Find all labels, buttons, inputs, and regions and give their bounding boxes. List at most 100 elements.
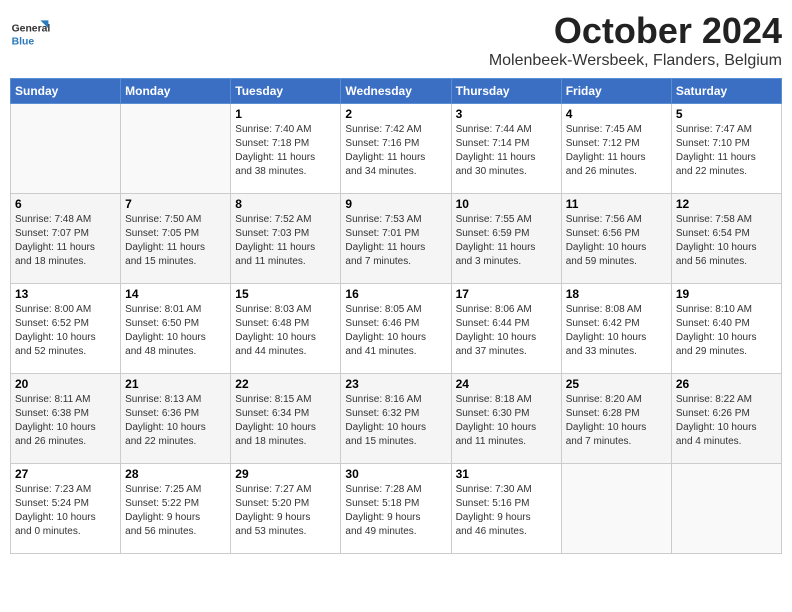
day-number: 31 [456, 467, 557, 481]
calendar-day-cell [121, 104, 231, 194]
day-number: 6 [15, 197, 116, 211]
day-number: 17 [456, 287, 557, 301]
calendar-week-row: 1 Sunrise: 7:40 AM Sunset: 7:18 PM Daylig… [11, 104, 782, 194]
day-info: Sunrise: 7:52 AM Sunset: 7:03 PM Dayligh… [235, 213, 336, 269]
header-day-monday: Monday [121, 79, 231, 104]
calendar-day-cell: 1 Sunrise: 7:40 AM Sunset: 7:18 PM Daylig… [231, 104, 341, 194]
calendar-day-cell: 18Sunrise: 8:08 AM Sunset: 6:42 PM Dayli… [561, 284, 671, 374]
day-number: 14 [125, 287, 226, 301]
calendar-day-cell: 6 Sunrise: 7:48 AM Sunset: 7:07 PM Daylig… [11, 194, 121, 284]
day-info: Sunrise: 7:55 AM Sunset: 6:59 PM Dayligh… [456, 213, 557, 269]
title-block: October 2024 Molenbeek-Wersbeek, Flander… [489, 10, 782, 70]
day-info: Sunrise: 8:10 AM Sunset: 6:40 PM Dayligh… [676, 303, 777, 359]
calendar-day-cell: 14 Sunrise: 8:01 AM Sunset: 6:50 PM Dayli… [121, 284, 231, 374]
day-number: 9 [345, 197, 446, 211]
header-day-thursday: Thursday [451, 79, 561, 104]
calendar-table: SundayMondayTuesdayWednesdayThursdayFrid… [10, 78, 782, 554]
day-number: 19 [676, 287, 777, 301]
calendar-day-cell: 15Sunrise: 8:03 AM Sunset: 6:48 PM Dayli… [231, 284, 341, 374]
day-number: 18 [566, 287, 667, 301]
day-info: Sunrise: 7:48 AM Sunset: 7:07 PM Dayligh… [15, 213, 116, 269]
calendar-day-cell: 16Sunrise: 8:05 AM Sunset: 6:46 PM Dayli… [341, 284, 451, 374]
day-number: 25 [566, 377, 667, 391]
header-day-saturday: Saturday [671, 79, 781, 104]
day-info: Sunrise: 8:05 AM Sunset: 6:46 PM Dayligh… [345, 303, 446, 359]
header-day-tuesday: Tuesday [231, 79, 341, 104]
day-info: Sunrise: 7:40 AM Sunset: 7:18 PM Dayligh… [235, 123, 336, 179]
calendar-day-cell: 31 Sunrise: 7:30 AM Sunset: 5:16 PM Dayli… [451, 464, 561, 554]
day-info: Sunrise: 7:53 AM Sunset: 7:01 PM Dayligh… [345, 213, 446, 269]
calendar-day-cell: 10 Sunrise: 7:55 AM Sunset: 6:59 PM Dayli… [451, 194, 561, 284]
day-info: Sunrise: 8:16 AM Sunset: 6:32 PM Dayligh… [345, 393, 446, 449]
calendar-day-cell: 4Sunrise: 7:45 AM Sunset: 7:12 PM Daylig… [561, 104, 671, 194]
calendar-day-cell: 17 Sunrise: 8:06 AM Sunset: 6:44 PM Dayli… [451, 284, 561, 374]
day-info: Sunrise: 7:25 AM Sunset: 5:22 PM Dayligh… [125, 483, 226, 539]
day-info: Sunrise: 8:22 AM Sunset: 6:26 PM Dayligh… [676, 393, 777, 449]
calendar-day-cell: 13 Sunrise: 8:00 AM Sunset: 6:52 PM Dayli… [11, 284, 121, 374]
day-number: 23 [345, 377, 446, 391]
calendar-day-cell: 24 Sunrise: 8:18 AM Sunset: 6:30 PM Dayli… [451, 374, 561, 464]
day-info: Sunrise: 8:00 AM Sunset: 6:52 PM Dayligh… [15, 303, 116, 359]
day-info: Sunrise: 8:15 AM Sunset: 6:34 PM Dayligh… [235, 393, 336, 449]
day-info: Sunrise: 7:23 AM Sunset: 5:24 PM Dayligh… [15, 483, 116, 539]
calendar-week-row: 27Sunrise: 7:23 AM Sunset: 5:24 PM Dayli… [11, 464, 782, 554]
header-day-sunday: Sunday [11, 79, 121, 104]
day-info: Sunrise: 7:50 AM Sunset: 7:05 PM Dayligh… [125, 213, 226, 269]
calendar-day-cell [671, 464, 781, 554]
calendar-day-cell: 22Sunrise: 8:15 AM Sunset: 6:34 PM Dayli… [231, 374, 341, 464]
day-number: 30 [345, 467, 446, 481]
day-info: Sunrise: 7:28 AM Sunset: 5:18 PM Dayligh… [345, 483, 446, 539]
calendar-day-cell: 12 Sunrise: 7:58 AM Sunset: 6:54 PM Dayli… [671, 194, 781, 284]
calendar-day-cell: 23 Sunrise: 8:16 AM Sunset: 6:32 PM Dayli… [341, 374, 451, 464]
day-info: Sunrise: 7:30 AM Sunset: 5:16 PM Dayligh… [456, 483, 557, 539]
header-day-wednesday: Wednesday [341, 79, 451, 104]
calendar-week-row: 20 Sunrise: 8:11 AM Sunset: 6:38 PM Dayli… [11, 374, 782, 464]
day-info: Sunrise: 7:58 AM Sunset: 6:54 PM Dayligh… [676, 213, 777, 269]
calendar-day-cell: 2Sunrise: 7:42 AM Sunset: 7:16 PM Daylig… [341, 104, 451, 194]
day-number: 21 [125, 377, 226, 391]
calendar-day-cell: 26 Sunrise: 8:22 AM Sunset: 6:26 PM Dayli… [671, 374, 781, 464]
page-header: General Blue October 2024 Molenbeek-Wers… [10, 10, 782, 70]
calendar-day-cell: 25 Sunrise: 8:20 AM Sunset: 6:28 PM Dayli… [561, 374, 671, 464]
day-number: 28 [125, 467, 226, 481]
day-number: 13 [15, 287, 116, 301]
day-number: 11 [566, 197, 667, 211]
day-number: 20 [15, 377, 116, 391]
day-info: Sunrise: 8:20 AM Sunset: 6:28 PM Dayligh… [566, 393, 667, 449]
day-info: Sunrise: 8:03 AM Sunset: 6:48 PM Dayligh… [235, 303, 336, 359]
day-number: 10 [456, 197, 557, 211]
calendar-day-cell: 3 Sunrise: 7:44 AM Sunset: 7:14 PM Daylig… [451, 104, 561, 194]
day-info: Sunrise: 8:11 AM Sunset: 6:38 PM Dayligh… [15, 393, 116, 449]
day-number: 24 [456, 377, 557, 391]
calendar-day-cell: 28 Sunrise: 7:25 AM Sunset: 5:22 PM Dayli… [121, 464, 231, 554]
calendar-day-cell: 27Sunrise: 7:23 AM Sunset: 5:24 PM Dayli… [11, 464, 121, 554]
day-info: Sunrise: 7:45 AM Sunset: 7:12 PM Dayligh… [566, 123, 667, 179]
calendar-day-cell: 7 Sunrise: 7:50 AM Sunset: 7:05 PM Daylig… [121, 194, 231, 284]
month-title: October 2024 [489, 10, 782, 52]
day-info: Sunrise: 7:27 AM Sunset: 5:20 PM Dayligh… [235, 483, 336, 539]
day-number: 8 [235, 197, 336, 211]
calendar-header-row: SundayMondayTuesdayWednesdayThursdayFrid… [11, 79, 782, 104]
calendar-week-row: 13 Sunrise: 8:00 AM Sunset: 6:52 PM Dayli… [11, 284, 782, 374]
day-number: 7 [125, 197, 226, 211]
day-info: Sunrise: 8:06 AM Sunset: 6:44 PM Dayligh… [456, 303, 557, 359]
day-info: Sunrise: 8:18 AM Sunset: 6:30 PM Dayligh… [456, 393, 557, 449]
calendar-day-cell: 30 Sunrise: 7:28 AM Sunset: 5:18 PM Dayli… [341, 464, 451, 554]
logo: General Blue [10, 10, 54, 54]
calendar-day-cell: 29Sunrise: 7:27 AM Sunset: 5:20 PM Dayli… [231, 464, 341, 554]
calendar-day-cell: 20 Sunrise: 8:11 AM Sunset: 6:38 PM Dayli… [11, 374, 121, 464]
day-number: 1 [235, 107, 336, 121]
day-info: Sunrise: 7:44 AM Sunset: 7:14 PM Dayligh… [456, 123, 557, 179]
day-number: 5 [676, 107, 777, 121]
location-title: Molenbeek-Wersbeek, Flanders, Belgium [489, 52, 782, 70]
day-number: 12 [676, 197, 777, 211]
calendar-day-cell [11, 104, 121, 194]
day-info: Sunrise: 7:56 AM Sunset: 6:56 PM Dayligh… [566, 213, 667, 269]
day-info: Sunrise: 8:01 AM Sunset: 6:50 PM Dayligh… [125, 303, 226, 359]
calendar-day-cell: 19 Sunrise: 8:10 AM Sunset: 6:40 PM Dayli… [671, 284, 781, 374]
day-info: Sunrise: 7:42 AM Sunset: 7:16 PM Dayligh… [345, 123, 446, 179]
day-number: 26 [676, 377, 777, 391]
day-info: Sunrise: 7:47 AM Sunset: 7:10 PM Dayligh… [676, 123, 777, 179]
calendar-day-cell: 5 Sunrise: 7:47 AM Sunset: 7:10 PM Daylig… [671, 104, 781, 194]
day-number: 3 [456, 107, 557, 121]
